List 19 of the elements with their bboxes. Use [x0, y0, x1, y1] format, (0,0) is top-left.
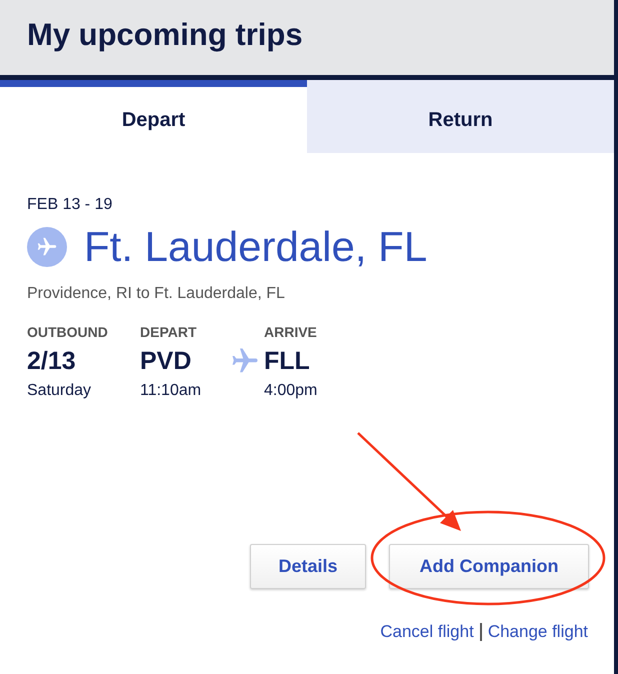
- flight-detail: 11:10am: [140, 380, 202, 401]
- route-text: Providence, RI to Ft. Lauderdale, FL: [27, 284, 286, 304]
- flight-detail: 4:00pm: [264, 380, 318, 401]
- column-heading: DEPART: [140, 322, 198, 342]
- airplane-icon: [27, 227, 67, 268]
- button[interactable]: Details: [250, 544, 366, 589]
- button[interactable]: Add Companion: [389, 544, 589, 589]
- destination-title: Ft. Lauderdale, FL: [84, 222, 428, 272]
- column-heading: OUTBOUND: [27, 322, 109, 342]
- link[interactable]: Change flight: [488, 618, 588, 644]
- tab[interactable]: Return: [307, 80, 614, 153]
- column-heading: ARRIVE: [264, 322, 318, 342]
- flight-value: FLL: [264, 346, 311, 376]
- flight-value: PVD: [140, 346, 192, 376]
- flight-detail: Saturday: [27, 380, 92, 401]
- link[interactable]: Cancel flight: [380, 618, 474, 644]
- page-title: My upcoming trips: [27, 16, 303, 54]
- trip-dates: FEB 13 - 19: [27, 195, 114, 215]
- flight-value: 2/13: [27, 346, 77, 376]
